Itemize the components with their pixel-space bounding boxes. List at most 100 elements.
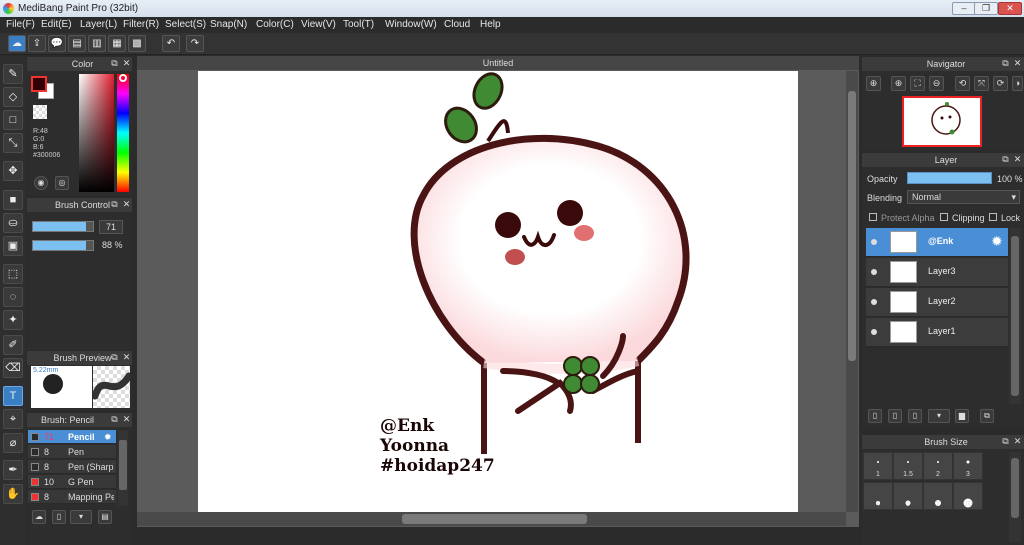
new-8bit-layer-icon[interactable]: ▯ <box>908 409 922 423</box>
hand-tool-icon[interactable]: ✋ <box>3 484 23 504</box>
brush-item-mapping-pen[interactable]: 8 Mapping Pen <box>28 490 116 504</box>
eyedropper-tool-icon[interactable]: ⌀ <box>3 433 23 453</box>
fill-rect-tool-icon[interactable]: ■ <box>3 190 23 210</box>
popout-icon[interactable]: ⧉ <box>109 352 120 363</box>
export-icon[interactable]: ⇪ <box>28 35 46 52</box>
page-icon[interactable]: ▤ <box>68 35 86 52</box>
brush-item-pen-sharp[interactable]: 8 Pen (Sharp) <box>28 460 116 474</box>
menu-tool[interactable]: Tool(T) <box>343 17 374 33</box>
layer-opacity-slider[interactable] <box>907 172 992 184</box>
brush-size-cell[interactable]: 10 <box>953 482 983 510</box>
brush-size-cell[interactable]: 2 <box>923 452 953 480</box>
move-tool-icon[interactable]: ✥ <box>3 161 23 181</box>
popout-icon[interactable]: ⧉ <box>1000 436 1011 447</box>
layer-list-scrollbar[interactable] <box>1009 228 1021 404</box>
new-layer-icon[interactable]: ▯ <box>868 409 882 423</box>
palette-add-icon[interactable]: ◎ <box>55 176 69 190</box>
menu-select[interactable]: Select(S) <box>165 17 206 33</box>
popout-icon[interactable]: ⧉ <box>1000 58 1011 69</box>
canvas-tab-title[interactable]: Untitled <box>137 56 859 70</box>
brush-list-scroll-thumb[interactable] <box>119 440 127 490</box>
brush-size-slider[interactable] <box>32 221 94 232</box>
close-icon[interactable]: ✕ <box>1012 436 1023 447</box>
canvas-vertical-thumb[interactable] <box>848 91 856 361</box>
menu-color[interactable]: Color(C) <box>256 17 294 33</box>
lock-checkbox[interactable] <box>989 213 997 221</box>
layer-row[interactable]: Layer3 <box>866 258 1008 287</box>
undo-icon[interactable]: ↶ <box>162 35 180 52</box>
gradient-tool-icon[interactable]: ▣ <box>3 236 23 256</box>
delete-brush-icon[interactable]: ▤ <box>98 510 112 524</box>
zoom-in-icon[interactable]: ⊕ <box>866 76 881 91</box>
close-icon[interactable]: ✕ <box>121 58 132 69</box>
brush-size-value[interactable]: 71 <box>99 220 123 234</box>
fit-icon[interactable]: ⛶ <box>910 76 925 91</box>
popout-icon[interactable]: ⧉ <box>109 199 120 210</box>
brush-size-cell[interactable]: 7 <box>923 482 953 510</box>
cloud-brush-icon[interactable]: ☁ <box>32 510 46 524</box>
brush-opacity-slider[interactable] <box>32 240 94 251</box>
visibility-icon[interactable] <box>871 299 877 305</box>
close-icon[interactable]: ✕ <box>121 199 132 210</box>
grid-icon[interactable]: ▦ <box>108 35 126 52</box>
redo-icon[interactable]: ↷ <box>186 35 204 52</box>
brush-list-scrollbar[interactable] <box>118 430 128 506</box>
visibility-icon[interactable] <box>871 239 877 245</box>
palette-icon[interactable]: ◉ <box>34 176 48 190</box>
close-icon[interactable]: ✕ <box>121 352 132 363</box>
brush-size-scroll-thumb[interactable] <box>1011 458 1019 518</box>
pen-tool-icon[interactable]: ✒ <box>3 460 23 480</box>
close-icon[interactable]: ✕ <box>121 414 132 425</box>
eraser-tool-icon[interactable]: ◇ <box>3 87 23 107</box>
canvas-vertical-scrollbar[interactable] <box>846 71 858 512</box>
minimize-button[interactable]: – <box>952 2 976 15</box>
active-color-swatch[interactable] <box>31 76 47 92</box>
select-rect-tool-icon[interactable]: ⬚ <box>3 264 23 284</box>
menu-cloud[interactable]: Cloud <box>444 17 470 33</box>
menu-filter[interactable]: Filter(R) <box>123 17 159 33</box>
brush-size-scrollbar[interactable] <box>1009 452 1021 542</box>
popout-icon[interactable]: ⧉ <box>109 58 120 69</box>
select-eraser-tool-icon[interactable]: ⌫ <box>3 358 23 378</box>
bucket-tool-icon[interactable]: ⛀ <box>3 213 23 233</box>
clipping-checkbox[interactable] <box>940 213 948 221</box>
reset-view-icon[interactable]: ◑ <box>1012 76 1023 91</box>
brush-size-cell[interactable]: 5 <box>893 482 923 510</box>
flip-icon[interactable]: ⤧ <box>974 76 989 91</box>
menu-file[interactable]: File(F) <box>6 17 35 33</box>
popout-icon[interactable]: ⧉ <box>1000 154 1011 165</box>
brush-size-cell[interactable]: 4 <box>863 482 893 510</box>
hue-slider[interactable] <box>117 74 129 192</box>
magic-wand-tool-icon[interactable]: ✦ <box>3 310 23 330</box>
menu-help[interactable]: Help <box>480 17 501 33</box>
canvas-horizontal-scrollbar[interactable] <box>137 512 846 526</box>
zoom-out-icon[interactable]: ⊖ <box>929 76 944 91</box>
duplicate-layer-icon[interactable]: ⧉ <box>980 409 994 423</box>
cloud-icon[interactable]: ☁ <box>8 35 26 52</box>
chat-icon[interactable]: 💬 <box>48 35 66 52</box>
divide-tool-icon[interactable]: ⌖ <box>3 409 23 429</box>
menu-window[interactable]: Window(W) <box>385 17 437 33</box>
popout-icon[interactable]: ⧉ <box>109 414 120 425</box>
saturation-value-picker[interactable] <box>79 74 114 192</box>
layer-row[interactable]: @Enk ✹ <box>866 228 1008 257</box>
canvas-horizontal-thumb[interactable] <box>402 514 587 524</box>
layer-list-scroll-thumb[interactable] <box>1011 236 1019 396</box>
menu-layer[interactable]: Layer(L) <box>80 17 117 33</box>
rotate-right-icon[interactable]: ⟳ <box>993 76 1008 91</box>
brush-tool-icon[interactable]: ✎ <box>3 64 23 84</box>
protect-alpha-checkbox[interactable] <box>869 213 877 221</box>
add-layer-menu-icon[interactable]: ▾ <box>928 409 950 423</box>
zoom-in-step-icon[interactable]: ⊕ <box>891 76 906 91</box>
layer-row[interactable]: Layer1 <box>866 318 1008 347</box>
lasso-tool-icon[interactable]: ◌ <box>3 287 23 307</box>
close-icon[interactable]: ✕ <box>1012 154 1023 165</box>
drawing-canvas[interactable]: @Enk Yoonna #hoidap247 <box>198 71 798 512</box>
select-pen-tool-icon[interactable]: ✐ <box>3 335 23 355</box>
brush-size-cell[interactable]: 1 <box>863 452 893 480</box>
visibility-icon[interactable] <box>871 269 877 275</box>
brush-size-cell[interactable]: 1.5 <box>893 452 923 480</box>
maximize-button[interactable]: ❐ <box>974 2 998 15</box>
close-icon[interactable]: ✕ <box>1012 58 1023 69</box>
transparent-swatch[interactable] <box>33 105 47 119</box>
